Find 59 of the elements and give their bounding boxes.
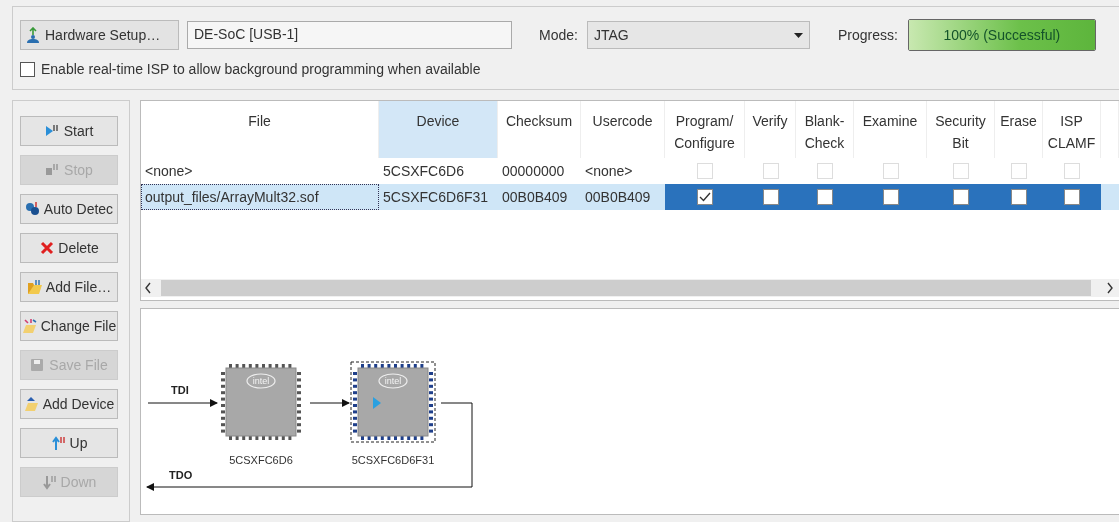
- folder-icon: [21, 318, 38, 334]
- table-cell-text: <none>: [144, 162, 194, 181]
- column-header[interactable]: Program/ Configure: [665, 101, 745, 158]
- column-header[interactable]: Blank- Check: [796, 101, 854, 158]
- horizontal-scrollbar[interactable]: [141, 279, 1119, 297]
- table-cell: 00B0B409: [498, 184, 581, 210]
- checkbox[interactable]: [817, 189, 833, 205]
- mode-label: Mode:: [539, 27, 578, 43]
- tdo-label: TDO: [169, 469, 193, 481]
- scroll-left-icon[interactable]: [144, 282, 152, 294]
- folder-icon: [26, 279, 43, 295]
- column-header[interactable]: Usercode: [581, 101, 665, 158]
- table-cell-text: 5CSXFC6D6: [382, 162, 465, 181]
- hardware-field[interactable]: DE-SoC [USB-1]: [187, 21, 512, 49]
- checkbox[interactable]: [762, 189, 779, 205]
- progress-label: Progress:: [837, 27, 898, 43]
- play-icon: [44, 123, 61, 139]
- checkbox[interactable]: [953, 189, 969, 205]
- delete-button[interactable]: Delete: [20, 233, 118, 263]
- detect-button[interactable]: Auto Detec: [20, 194, 118, 224]
- checkbox[interactable]: [697, 189, 713, 205]
- table-cell: 5CSXFC6D6F31: [379, 184, 498, 210]
- isp-checkbox[interactable]: [20, 61, 35, 77]
- dropdown-arrow-icon: [793, 32, 803, 38]
- table-cell-text: 00000000: [501, 162, 566, 181]
- logo-text: intel: [252, 376, 270, 386]
- checkbox[interactable]: [1064, 189, 1080, 205]
- column-header[interactable]: Erase: [995, 101, 1043, 158]
- column-header[interactable]: Examine: [854, 101, 927, 158]
- progress-bar: 100% (Successful): [907, 19, 1096, 51]
- table-cell-text: <none>: [584, 162, 634, 181]
- table-cell: 00B0B409: [581, 184, 665, 210]
- table-cell: [1101, 184, 1119, 210]
- up-arrow-icon: [50, 435, 67, 451]
- isp-checkbox-label: Enable real-time ISP to allow background programming when available: [41, 61, 481, 77]
- device-name: 5CSXFC6D6: [229, 454, 293, 466]
- folder-icon: [23, 396, 40, 412]
- mode-dropdown[interactable]: JTAG: [586, 21, 810, 49]
- checkbox[interactable]: [882, 189, 899, 205]
- tdi-label: TDI: [171, 384, 189, 396]
- start-button[interactable]: Start: [20, 116, 118, 146]
- hardware-setup-button[interactable]: Hardware Setup…: [20, 20, 179, 50]
- person-upload-icon: [25, 27, 41, 43]
- add-device-button[interactable]: Add Device: [20, 389, 118, 419]
- cross-icon: [39, 240, 56, 256]
- column-header[interactable]: ISP CLAMF: [1043, 101, 1101, 158]
- column-header[interactable]: Device: [379, 101, 498, 158]
- add-file-button[interactable]: Add File…: [20, 272, 118, 302]
- device-name: 5CSXFC6D6F31: [351, 454, 435, 466]
- checkbox[interactable]: [1011, 189, 1027, 205]
- logo-text: intel: [384, 376, 402, 386]
- up-button[interactable]: Up: [20, 428, 118, 458]
- down-arrow-icon: [41, 474, 58, 490]
- column-header[interactable]: Security Bit: [927, 101, 995, 158]
- scroll-right-icon[interactable]: [1106, 282, 1114, 294]
- table-cell: output_files/ArrayMult32.sof: [141, 184, 379, 210]
- column-header[interactable]: Checksum: [498, 101, 581, 158]
- column-header[interactable]: Verify: [745, 101, 796, 158]
- change-file-button[interactable]: Change File: [20, 311, 118, 341]
